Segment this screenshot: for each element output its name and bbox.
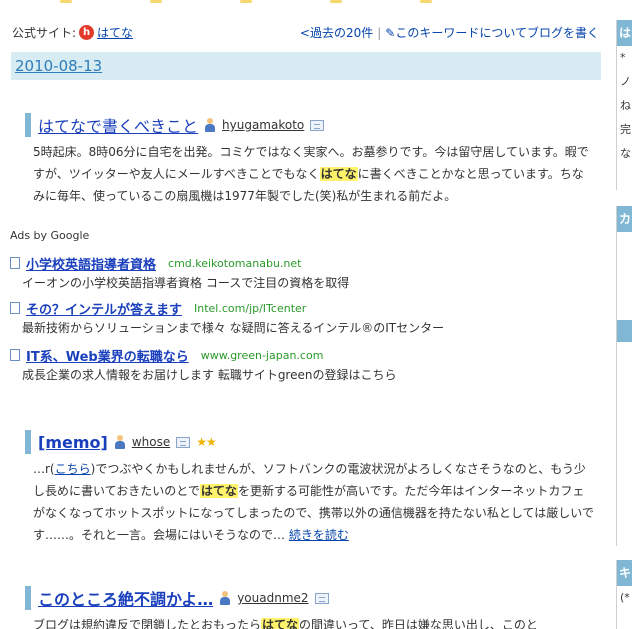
sidebar-accent xyxy=(617,320,632,342)
entry-title-link[interactable]: はてなで書くべきこと xyxy=(38,113,198,137)
ad-title-link[interactable]: IT系、Web業界の転職なら xyxy=(26,346,189,365)
ad-url: cmd.keikotomanabu.net xyxy=(168,256,302,270)
entry-body: 5時起床。8時06分に自宅を出発。コミケではなく実家へ。お墓参りです。今は留守居… xyxy=(33,145,589,203)
keyword-highlight[interactable]: はてな xyxy=(261,618,300,629)
date-header: 2010-08-13 xyxy=(11,52,601,80)
entry-user-link[interactable]: hyugamakoto xyxy=(222,118,304,132)
user-icon xyxy=(114,435,126,449)
entry-2: [memo] whose ★★ …r(こちら)でつぶやくかもしれませんが、ソフト… xyxy=(25,430,600,546)
sidebar-box-2: カ xyxy=(616,206,632,546)
keyword-highlight[interactable]: はてな xyxy=(199,484,238,498)
here-link[interactable]: こちら xyxy=(55,462,91,476)
ad-url: Intel.com/jp/ITcenter xyxy=(194,301,307,315)
entry-title-link[interactable]: [memo] xyxy=(38,433,108,452)
entry-3: このところ絶不調かよ… youadnme2 ブログは規約違反で閉鎖したとおもった… xyxy=(25,586,600,629)
sidebar-box-1: は * ノ ね 完 な xyxy=(616,20,632,190)
user-icon xyxy=(219,591,231,605)
link-separator: | xyxy=(377,25,382,40)
read-more-link[interactable]: 続きを読む xyxy=(289,528,349,542)
ads-label: Ads by Google xyxy=(10,229,90,242)
entry-body: …r(こちら)でつぶやくかもしれませんが、ソフトバンクの電波状況がよろしくなさそ… xyxy=(33,462,594,542)
ad-description: 成長企業の求人情報をお届けします 転職サイトgreenの登録はこちら xyxy=(22,368,397,382)
top-decoration xyxy=(0,0,600,6)
sidebar-heading: カ xyxy=(617,206,632,232)
bookmark-icon[interactable] xyxy=(314,592,329,604)
entry-user-link[interactable]: youadnme2 xyxy=(237,591,308,605)
page-icon xyxy=(10,302,20,314)
past-entries-link[interactable]: <過去の20件 xyxy=(300,24,373,41)
official-site: 公式サイト: h はてな xyxy=(12,24,133,41)
user-icon xyxy=(204,118,216,132)
ad-item: IT系、Web業界の転職なら www.green-japan.com 成長企業の… xyxy=(10,346,590,383)
entry-header: このところ絶不調かよ… youadnme2 xyxy=(25,586,600,610)
bookmark-icon[interactable] xyxy=(310,119,325,131)
entry-body: ブログは規約違反で閉鎖したとおもったらはてなの間違いって、昨日は嫌な思い出し、こ… xyxy=(25,614,595,629)
ad-description: 最新技術からソリューションまで様々 な疑問に答えるインテル®のITセンター xyxy=(22,321,445,335)
ad-item: その？インテルが答えます Intel.com/jp/ITcenter 最新技術か… xyxy=(10,299,590,336)
entry-1: はてなで書くべきこと hyugamakoto 5時起床。8時06分に自宅を出発。… xyxy=(25,113,600,207)
entry-user-link[interactable]: whose xyxy=(132,435,170,449)
write-blog-link[interactable]: ✎このキーワードについてブログを書く xyxy=(385,24,599,41)
sidebar-heading: キ xyxy=(617,560,632,586)
ad-title-link[interactable]: その？インテルが答えます xyxy=(26,299,182,318)
ad-description: イーオンの小学校英語指導者資格 コースで注目の資格を取得 xyxy=(22,276,350,290)
entry-header: [memo] whose ★★ xyxy=(25,430,600,454)
sidebar-heading: は xyxy=(617,20,632,46)
ad-item: 小学校英語指導者資格 cmd.keikotomanabu.net イーオンの小学… xyxy=(10,254,590,291)
date-link[interactable]: 2010-08-13 xyxy=(15,57,102,75)
ad-title-link[interactable]: 小学校英語指導者資格 xyxy=(26,254,156,273)
keyword-highlight[interactable]: はてな xyxy=(319,167,358,181)
keyword-links: <過去の20件 | ✎このキーワードについてブログを書く xyxy=(300,24,599,41)
ad-url: www.green-japan.com xyxy=(200,348,324,362)
entry-title-link[interactable]: このところ絶不調かよ… xyxy=(38,586,213,610)
page-icon xyxy=(10,257,20,269)
official-site-link[interactable]: はてな xyxy=(97,24,133,41)
hatena-logo-icon: h xyxy=(79,25,95,40)
official-site-label: 公式サイト: xyxy=(12,26,77,40)
entry-header: はてなで書くべきこと hyugamakoto xyxy=(25,113,600,137)
star-icons[interactable]: ★★ xyxy=(196,435,216,449)
bookmark-icon[interactable] xyxy=(176,436,191,448)
sidebar-box-3: キ (* xyxy=(616,560,632,629)
page-icon xyxy=(10,349,20,361)
